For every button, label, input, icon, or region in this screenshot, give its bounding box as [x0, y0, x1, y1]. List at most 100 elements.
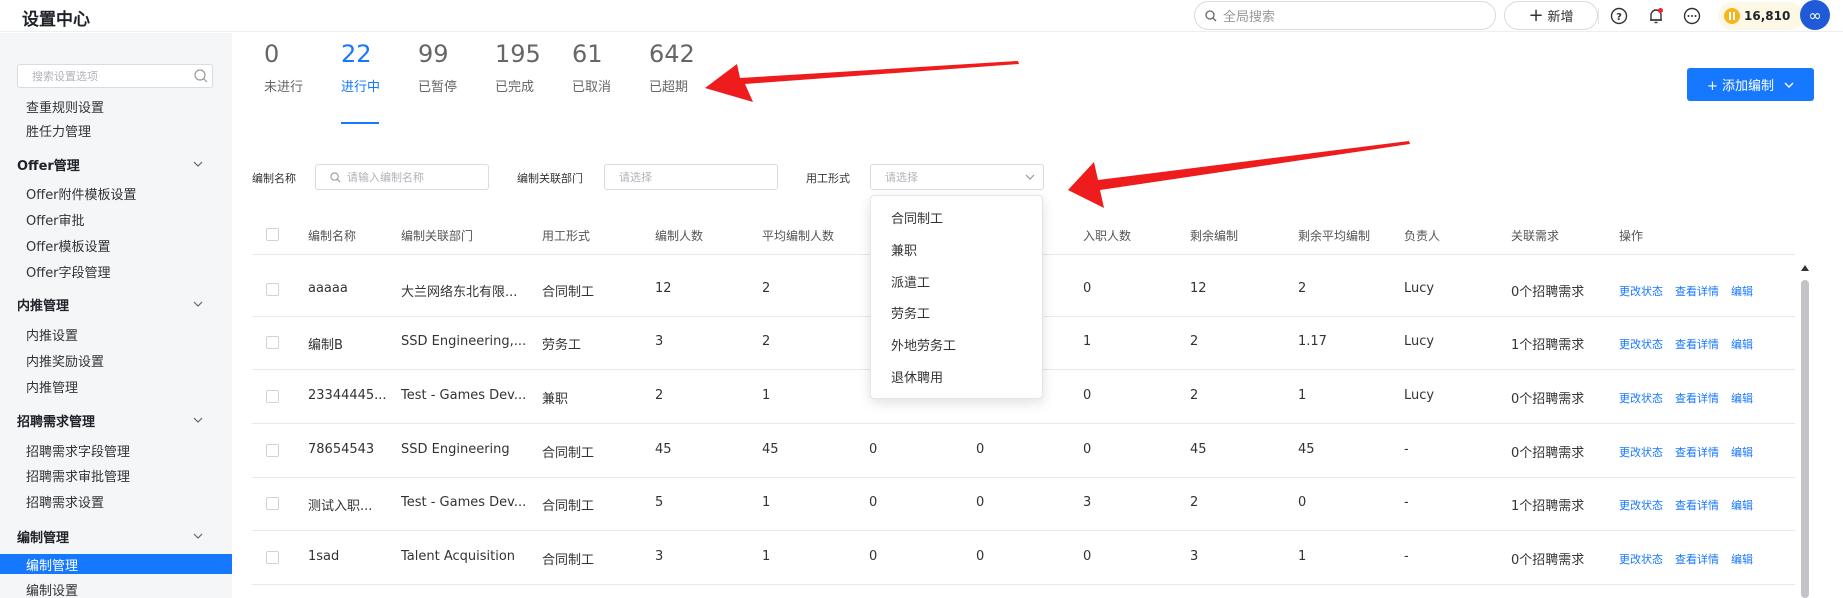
cell-owner: -	[1404, 442, 1409, 457]
help-icon[interactable]: ?	[1608, 5, 1630, 27]
sidebar-group-headcount[interactable]: 编制管理	[17, 527, 69, 546]
edit-link[interactable]: 编辑	[1731, 336, 1753, 352]
view-details-link[interactable]: 查看详情	[1675, 444, 1719, 460]
notification-bell-icon[interactable]	[1645, 5, 1667, 27]
change-status-link[interactable]: 更改状态	[1619, 444, 1663, 460]
stat-in-progress[interactable]: 22 进行中	[341, 40, 380, 95]
sidebar-item-referral-rewards[interactable]: 内推奖励设置	[26, 351, 104, 370]
sidebar-item-demand-fields[interactable]: 招聘需求字段管理	[26, 441, 130, 460]
edit-link[interactable]: 编辑	[1731, 551, 1753, 567]
stat-completed[interactable]: 195 已完成	[495, 40, 541, 95]
sidebar-item-offer-attachment[interactable]: Offer附件模板设置	[26, 184, 137, 203]
column-header[interactable]: 关联需求	[1511, 227, 1559, 244]
cell-dept: 大兰网络东北有限...	[401, 285, 518, 300]
sidebar-group-offer[interactable]: Offer管理	[17, 155, 80, 174]
stat-paused[interactable]: 99 已暂停	[418, 40, 457, 95]
stat-overdue[interactable]: 642 已超期	[649, 40, 695, 95]
headcount-name-input[interactable]: 请输入编制名称	[315, 164, 489, 190]
dropdown-option[interactable]: 外地劳务工	[891, 335, 956, 354]
scroll-up-arrow-icon[interactable]	[1800, 264, 1810, 272]
sidebar-item-competency[interactable]: 胜任力管理	[26, 121, 91, 140]
sidebar-item-headcount-settings[interactable]: 编制设置	[26, 580, 78, 598]
dropdown-option[interactable]: 派遣工	[891, 272, 930, 291]
sidebar-item-offer-template[interactable]: Offer模板设置	[26, 236, 111, 255]
header-divider	[1598, 8, 1599, 24]
stat-label: 进行中	[341, 80, 381, 95]
coins-badge[interactable]: 16,810	[1718, 2, 1804, 30]
cell-remain-avg: 1	[1298, 549, 1307, 564]
edit-link[interactable]: 编辑	[1731, 390, 1753, 406]
sidebar-group-recruit-demand[interactable]: 招聘需求管理	[17, 411, 95, 430]
change-status-link[interactable]: 更改状态	[1619, 551, 1663, 567]
sidebar-item-demand-settings[interactable]: 招聘需求设置	[26, 492, 104, 511]
row-checkbox[interactable]	[266, 390, 279, 403]
row-checkbox[interactable]	[266, 444, 279, 457]
vertical-scrollbar[interactable]	[1801, 280, 1809, 598]
view-details-link[interactable]: 查看详情	[1675, 497, 1719, 513]
sidebar-item-headcount-management[interactable]: 编制管理	[0, 554, 232, 574]
sidebar-item-demand-approval[interactable]: 招聘需求审批管理	[26, 466, 130, 485]
sidebar-item-offer-approval[interactable]: Offer审批	[26, 210, 85, 229]
view-details-link[interactable]: 查看详情	[1675, 336, 1719, 352]
change-status-link[interactable]: 更改状态	[1619, 336, 1663, 352]
stat-label: 已暂停	[418, 80, 458, 95]
column-header[interactable]: 编制关联部门	[401, 227, 473, 244]
row-divider-line	[252, 423, 1795, 424]
chevron-down-icon[interactable]	[193, 415, 203, 425]
change-status-link[interactable]: 更改状态	[1619, 497, 1663, 513]
column-header[interactable]: 负责人	[1404, 227, 1440, 244]
column-header[interactable]: 编制人数	[655, 227, 703, 244]
add-headcount-button[interactable]: + 添加编制	[1687, 68, 1814, 101]
cell-remain-avg: 1	[1298, 388, 1307, 403]
chevron-down-icon[interactable]	[193, 299, 203, 309]
dropdown-option[interactable]: 退休聘用	[891, 367, 943, 386]
stat-label: 已完成	[495, 80, 535, 95]
chevron-down-icon[interactable]	[193, 531, 203, 541]
global-search-input[interactable]: 全局搜索	[1194, 1, 1496, 30]
column-header[interactable]: 用工形式	[542, 227, 590, 244]
sidebar-item-referral-management[interactable]: 内推管理	[26, 377, 78, 396]
employment-type-select[interactable]: 请选择	[870, 164, 1044, 190]
column-header[interactable]: 平均编制人数	[762, 227, 834, 244]
top-header: 设置中心 全局搜索 + 新增 ? 16,810 ∞	[0, 0, 1843, 32]
edit-link[interactable]: 编辑	[1731, 283, 1753, 299]
column-header[interactable]: 剩余编制	[1190, 227, 1238, 244]
dropdown-option[interactable]: 劳务工	[891, 303, 930, 322]
stat-number: 61	[572, 40, 603, 68]
view-details-link[interactable]: 查看详情	[1675, 551, 1719, 567]
cell-c3: 0	[869, 549, 878, 564]
dropdown-option[interactable]: 兼职	[891, 240, 917, 259]
dropdown-option[interactable]: 合同制工	[891, 208, 943, 227]
change-status-link[interactable]: 更改状态	[1619, 390, 1663, 406]
cell-name: 23344445...	[308, 388, 387, 403]
stat-cancelled[interactable]: 61 已取消	[572, 40, 611, 95]
edit-link[interactable]: 编辑	[1731, 444, 1753, 460]
column-header[interactable]: 入职人数	[1083, 227, 1131, 244]
row-checkbox[interactable]	[266, 497, 279, 510]
more-options-icon[interactable]	[1681, 5, 1703, 27]
column-header[interactable]: 剩余平均编制	[1298, 227, 1370, 244]
sidebar-item-referral-settings[interactable]: 内推设置	[26, 325, 78, 344]
row-checkbox[interactable]	[266, 283, 279, 296]
global-search-placeholder: 全局搜索	[1223, 10, 1276, 25]
sidebar-item-duplicate-rules[interactable]: 查重规则设置	[26, 97, 104, 116]
user-avatar[interactable]: ∞	[1800, 0, 1830, 30]
row-checkbox[interactable]	[266, 551, 279, 564]
dept-select[interactable]: 请选择	[604, 164, 778, 190]
sidebar-group-referral[interactable]: 内推管理	[17, 295, 69, 314]
change-status-link[interactable]: 更改状态	[1619, 283, 1663, 299]
edit-link[interactable]: 编辑	[1731, 497, 1753, 513]
cell-owner: Lucy	[1404, 388, 1435, 403]
stat-not-started[interactable]: 0 未进行	[264, 40, 303, 95]
column-header[interactable]: 编制名称	[308, 227, 356, 244]
cell-remain: 45	[1190, 442, 1207, 457]
active-tab-underline	[341, 122, 379, 124]
sidebar-item-offer-fields[interactable]: Offer字段管理	[26, 262, 111, 281]
view-details-link[interactable]: 查看详情	[1675, 283, 1719, 299]
row-checkbox[interactable]	[266, 336, 279, 349]
sidebar-search-input[interactable]: 搜索设置选项	[17, 64, 213, 88]
view-details-link[interactable]: 查看详情	[1675, 390, 1719, 406]
new-button[interactable]: + 新增	[1504, 1, 1598, 30]
chevron-down-icon[interactable]	[193, 159, 203, 169]
select-all-checkbox[interactable]	[266, 228, 279, 241]
